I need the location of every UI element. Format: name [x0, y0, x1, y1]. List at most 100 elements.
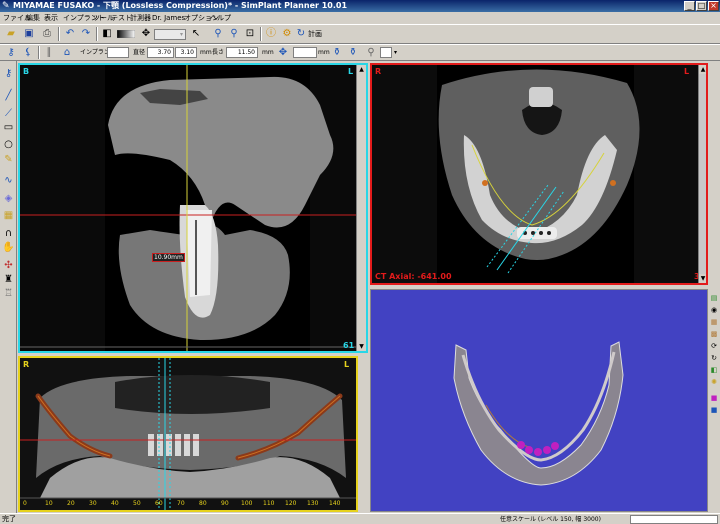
annotation-tool-icon[interactable]: ✎	[2, 153, 15, 166]
diameter-field-2[interactable]: 3.10	[175, 47, 197, 58]
menu-view[interactable]: 表示	[44, 13, 58, 23]
cross-section-view[interactable]: B L 10.90mm 61 ▲ ▼	[18, 63, 368, 353]
3d-camera-icon[interactable]: ◉	[709, 305, 719, 315]
hand-tool-icon[interactable]: ✋	[2, 241, 15, 254]
abutment-icon[interactable]: ⚱	[330, 46, 344, 60]
view-corner-right: L	[348, 67, 354, 76]
panoramic-view[interactable]: R L 0 10 20 30 40 50 60 70 80 90 100 110…	[18, 356, 358, 512]
3d-view[interactable]	[370, 289, 708, 512]
cursor-icon[interactable]: ↖	[189, 27, 203, 41]
cross-section-scrollbar[interactable]: ▲ ▼	[356, 65, 366, 351]
implant-place-icon[interactable]: ⚷	[2, 67, 15, 80]
menu-edit[interactable]: 編集	[26, 13, 40, 23]
ellipse-tool-icon[interactable]: ○	[2, 138, 15, 151]
ruler-tick: 70	[177, 500, 185, 507]
implant-move-icon[interactable]: ⚸	[21, 46, 35, 60]
view-corner-right: L	[684, 67, 690, 76]
plan-label[interactable]: 計画	[308, 29, 322, 40]
view-corner-left: R	[375, 67, 382, 76]
ruler-tick: 140	[329, 500, 341, 507]
implant-library-icon[interactable]: ⌂	[60, 46, 74, 60]
open-folder-icon[interactable]: ▰	[4, 27, 18, 41]
redo-icon[interactable]: ↷	[79, 27, 93, 41]
rotate-implant-icon[interactable]: ✥	[276, 46, 290, 60]
implant-toolbar: ⚷ ⚸ ∥ ⌂ インプラント 直径 3.70 3.10 mm 長さ 11.50 …	[0, 44, 720, 61]
3d-object-icon[interactable]: ▦	[709, 317, 719, 327]
3d-light-icon[interactable]: ✺	[709, 377, 719, 387]
window-title: MIYAMAE FUSAKO - 下顎 (Lossless Compressio…	[13, 1, 348, 10]
implant-tool-icon[interactable]: ⚷	[4, 46, 18, 60]
abutment-field[interactable]	[380, 47, 392, 58]
polyline-tool-icon[interactable]: ⟋	[2, 107, 15, 120]
left-toolbar: ⚷ ╱ ⟋ ▭ ○ ✎ ∿ ◈ ▦ ∩ ✋ ✣ ♜ ♖	[0, 61, 17, 513]
print-icon[interactable]: ⎙	[40, 27, 54, 41]
scroll-up-arrow[interactable]: ▲	[699, 65, 706, 74]
gradient-icon[interactable]	[116, 27, 136, 41]
3d-refresh-icon[interactable]: ↻	[709, 353, 719, 363]
3d-rotate-icon[interactable]: ⟳	[709, 341, 719, 351]
menu-help[interactable]: ヘルプ	[210, 13, 231, 23]
curve-tool-icon[interactable]: ∿	[2, 174, 15, 187]
ruler-tick: 40	[111, 500, 119, 507]
fit-view-icon[interactable]: ⊡	[243, 27, 257, 41]
diameter-field-1[interactable]: 3.70	[147, 47, 174, 58]
marker-tool-icon[interactable]: ✣	[2, 259, 15, 272]
pan-icon[interactable]: ✥	[139, 27, 153, 41]
3d-layer-icon[interactable]: ▤	[709, 293, 719, 303]
implant-input[interactable]	[107, 47, 129, 58]
status-text: 完了	[2, 515, 16, 523]
menu-test[interactable]: テスト	[111, 13, 132, 23]
simplant-window: ✎ MIYAMAE FUSAKO - 下顎 (Lossless Compress…	[0, 0, 720, 524]
rectangle-tool-icon[interactable]: ▭	[2, 121, 15, 134]
menu-dr-james[interactable]: Dr. James	[152, 13, 185, 23]
maximize-button[interactable]: □	[696, 1, 707, 11]
length-field[interactable]: 11.50	[226, 47, 258, 58]
ruler-tick: 30	[89, 500, 97, 507]
3d-implant-color-icon[interactable]: ■	[709, 393, 719, 403]
mode-select[interactable]: ▾	[154, 29, 186, 40]
ruler-tick: 20	[67, 500, 75, 507]
toolbar-separator	[96, 27, 98, 41]
measurement-label[interactable]: 10.90mm	[152, 253, 185, 262]
3d-green-icon[interactable]: ◧	[709, 365, 719, 375]
tooth-tool-icon[interactable]: ♖	[2, 287, 15, 300]
axial-view[interactable]: R L CT Axial: -641.00 32 ▲ ▼	[370, 63, 708, 285]
axial-scrollbar[interactable]: ▲ ▼	[698, 65, 706, 283]
extra-unit: mm	[318, 49, 330, 56]
diameter-unit: mm	[200, 49, 212, 56]
window-level-status: 任意スケール (レベル 150, 幅 3000)	[500, 516, 601, 523]
grid-tool-icon[interactable]: ▦	[2, 209, 15, 222]
abutment-alt-icon[interactable]: ⚱	[346, 46, 360, 60]
info-icon[interactable]: ⓘ	[264, 27, 278, 41]
minimize-button[interactable]: _	[684, 1, 695, 11]
line-tool-icon[interactable]: ╱	[2, 89, 15, 102]
scroll-down-arrow[interactable]: ▼	[357, 342, 366, 351]
undo-icon[interactable]: ↶	[63, 27, 77, 41]
plan-icon[interactable]: ↻	[294, 27, 308, 41]
nerve-tool-icon[interactable]: ∩	[2, 227, 15, 240]
length-unit: mm	[262, 49, 274, 56]
save-icon[interactable]: ▣	[22, 27, 36, 41]
mandible-tool-icon[interactable]: ♜	[2, 273, 15, 286]
3d-blue-icon[interactable]: ■	[709, 405, 719, 415]
ruler-tick: 80	[199, 500, 207, 507]
zoom-icon[interactable]: ⚲	[211, 27, 225, 41]
scroll-down-arrow[interactable]: ▼	[699, 274, 706, 283]
scroll-up-arrow[interactable]: ▲	[357, 65, 366, 74]
ruler-tick: 120	[285, 500, 297, 507]
extra-field[interactable]	[293, 47, 317, 58]
zoom-out-icon[interactable]: ⚲	[227, 27, 241, 41]
settings-icon[interactable]: ⚙	[280, 27, 294, 41]
cross-section-image	[20, 65, 366, 351]
length-label: 長さ	[212, 49, 225, 56]
contrast-icon[interactable]: ◧	[100, 27, 114, 41]
toolbar-separator	[38, 46, 40, 59]
close-button[interactable]: ×	[708, 1, 719, 11]
box-tool-icon[interactable]: ◈	[2, 192, 15, 205]
implant-view-icon[interactable]: ∥	[42, 46, 56, 60]
title-bar: ✎ MIYAMAE FUSAKO - 下顎 (Lossless Compress…	[0, 0, 720, 12]
menu-measure[interactable]: 計測器	[130, 13, 151, 23]
dropdown-chevron-icon[interactable]: ▾	[394, 47, 397, 58]
abutment-view-icon[interactable]: ⚲	[364, 46, 378, 60]
3d-surface-icon[interactable]: ▩	[709, 329, 719, 339]
